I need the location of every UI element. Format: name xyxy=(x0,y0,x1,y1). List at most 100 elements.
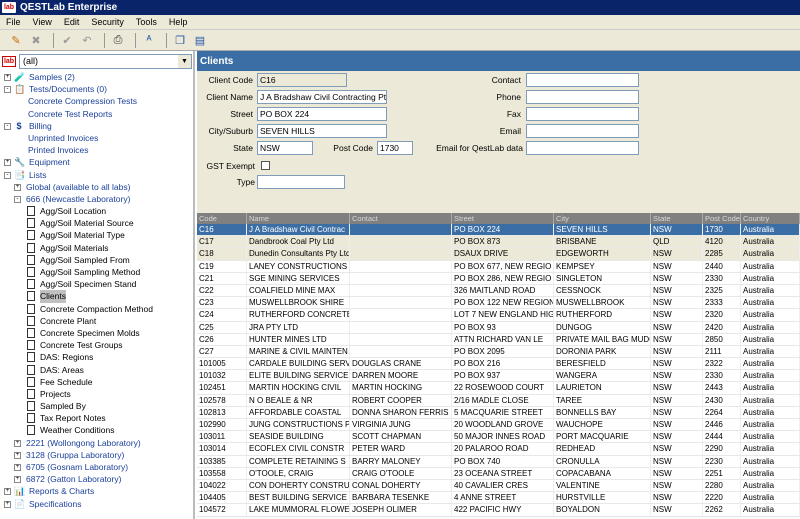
table-row[interactable]: C18 Dunedin Consultants Pty Ltd DSAUX DRIV… xyxy=(197,248,800,261)
tree-item[interactable]: Concrete Specimen Molds xyxy=(0,327,193,339)
client-name-field[interactable]: J A Bradshaw Civil Contracting Pty Ltd xyxy=(257,90,387,104)
contact-field[interactable] xyxy=(526,73,639,87)
tree-item[interactable]: Concrete Test Reports xyxy=(0,108,193,120)
tree-item[interactable]: Agg/Soil Specimen Stand xyxy=(0,278,193,290)
menu-help[interactable]: Help xyxy=(163,17,194,27)
client-code-field[interactable]: C16 xyxy=(257,73,347,87)
table-row[interactable]: C26 HUNTER MINES LTD ATTN RICHARD VAN LE PR… xyxy=(197,333,800,346)
menu-file[interactable]: File xyxy=(0,17,27,27)
column-header[interactable]: City xyxy=(554,213,651,224)
table-row[interactable]: 102578 N O BEALE & NR ROBERT COOPER 2/16 MA… xyxy=(197,394,800,407)
gst-exempt-checkbox[interactable] xyxy=(261,161,270,170)
type-field[interactable] xyxy=(257,175,345,189)
expand-icon[interactable]: + xyxy=(14,183,21,191)
table-row[interactable]: 103014 ECOFLEX CIVIL CONSTR PETER WARD 20 P… xyxy=(197,443,800,456)
table-row[interactable]: C21 SGE MINING SERVICES PO BOX 286, NEW RE… xyxy=(197,272,800,285)
chevron-down-icon[interactable]: ▼ xyxy=(178,54,191,68)
table-row[interactable]: C16 J A Bradshaw Civil Contrac PO BOX 224 S… xyxy=(197,224,800,237)
tree-item[interactable]: +6872 (Gatton Laboratory) xyxy=(0,473,193,485)
column-header[interactable]: Street xyxy=(452,213,554,224)
tree-item[interactable]: +3128 (Gruppa Laboratory) xyxy=(0,449,193,461)
tree-item[interactable]: + 📄 Specifications xyxy=(0,498,193,510)
expand-icon[interactable]: + xyxy=(4,159,11,167)
table-row[interactable]: C23 MUSWELLBROOK SHIRE PO BOX 122 NEW REGI… xyxy=(197,297,800,310)
table-row[interactable]: 102990 JUNG CONSTRUCTIONS PT VIRGINIA JUNG… xyxy=(197,419,800,432)
tree-item[interactable]: +2221 (Wollongong Laboratory) xyxy=(0,437,193,449)
undo-icon[interactable]: ↶ xyxy=(79,32,95,48)
collapse-icon[interactable]: - xyxy=(14,195,21,203)
tree-item[interactable]: Agg/Soil Sampling Method xyxy=(0,266,193,278)
tree-item[interactable]: Weather Conditions xyxy=(0,424,193,436)
table-row[interactable]: 103011 SEASIDE BUILDING SCOTT CHAPMAN 50 MA… xyxy=(197,431,800,444)
expand-icon[interactable]: + xyxy=(14,439,21,447)
print-icon[interactable]: ⎙ xyxy=(110,32,126,48)
table-row[interactable]: C27 MARINE & CIVIL MAINTEN PO BOX 2095 DORO… xyxy=(197,345,800,359)
collapse-icon[interactable]: - xyxy=(4,86,11,94)
tree-item[interactable]: Sampled By xyxy=(0,400,193,412)
tree-item[interactable]: Concrete Compression Tests xyxy=(0,95,193,107)
table-row[interactable]: 104572 LAKE MUMMORAL FLOWE JOSEPH OLIMER 42… xyxy=(197,504,800,517)
tree-item[interactable]: + Global (available to all labs) xyxy=(0,181,193,193)
menu-edit[interactable]: Edit xyxy=(58,17,86,27)
paste-icon[interactable]: ▤ xyxy=(192,32,208,48)
tree-item[interactable]: + 📊 Reports & Charts xyxy=(0,485,193,497)
table-row[interactable]: 104405 BEST BUILDING SERVICE BARBARA TESEN… xyxy=(197,492,800,505)
tree-item[interactable]: Agg/Soil Sampled From xyxy=(0,254,193,266)
tree-item[interactable]: Agg/Soil Materials xyxy=(0,242,193,254)
tree-item[interactable]: - 📑 Lists xyxy=(0,169,193,181)
table-row[interactable]: C25 JRA PTY LTD PO BOX 93 DUNGOG NSW 2420 Aust… xyxy=(197,321,800,334)
table-row[interactable]: 102451 MARTIN HOCKING CIVIL MARTIN HOCKING… xyxy=(197,382,800,395)
expand-icon[interactable]: + xyxy=(4,500,11,508)
tree-item[interactable]: -666 (Newcastle Laboratory) xyxy=(0,193,193,205)
menu-view[interactable]: View xyxy=(27,17,58,27)
tree-item[interactable]: DAS: Areas xyxy=(0,364,193,376)
table-row[interactable]: C24 RUTHERFORD CONCRETE LOT 7 NEW ENGLAND … xyxy=(197,309,800,322)
tree-item[interactable]: Concrete Compaction Method xyxy=(0,303,193,315)
lab-select-dropdown[interactable]: (all) ▼ xyxy=(19,53,192,69)
fax-field[interactable] xyxy=(526,107,639,121)
tree-item[interactable]: Concrete Test Groups xyxy=(0,339,193,351)
table-row[interactable]: 103558 O'TOOLE, CRAIG CRAIG O'TOOLE 23 OCEA… xyxy=(197,467,800,480)
tree-item[interactable]: Clients xyxy=(0,290,193,303)
postcode-field[interactable]: 1730 xyxy=(377,141,413,155)
tree-item[interactable]: Agg/Soil Material Type xyxy=(0,229,193,241)
email-qestlab-field[interactable] xyxy=(526,141,639,155)
table-row[interactable]: 102813 AFFORDABLE COASTAL DONNA SHARON FER… xyxy=(197,406,800,419)
table-row[interactable]: 101032 ELITE BUILDING SERVICE DARREN MOORE… xyxy=(197,370,800,383)
collapse-icon[interactable]: - xyxy=(4,122,11,130)
column-header[interactable]: Name xyxy=(247,213,350,224)
tree-item[interactable]: Agg/Soil Material Source xyxy=(0,217,193,229)
state-field[interactable]: NSW xyxy=(257,141,313,155)
email-field[interactable] xyxy=(526,124,639,138)
tree-item[interactable]: Agg/Soil Location xyxy=(0,205,193,217)
expand-icon[interactable]: + xyxy=(4,74,11,81)
table-row[interactable]: 104022 CON DOHERTY CONSTRU CONAL DOHERTY 40… xyxy=(197,479,800,493)
new-record-icon[interactable]: ✎ xyxy=(8,32,24,48)
tree-item[interactable]: DAS: Regions xyxy=(0,351,193,363)
delete-icon[interactable]: ✖ xyxy=(28,32,44,48)
column-header[interactable]: Post Code xyxy=(703,213,741,224)
spellcheck-icon[interactable]: ᴬ xyxy=(141,32,157,48)
column-header[interactable]: Code xyxy=(197,213,247,224)
column-header[interactable]: Contact xyxy=(350,213,452,224)
expand-icon[interactable]: + xyxy=(14,451,21,459)
column-header[interactable]: Country xyxy=(741,213,800,224)
tree-item[interactable]: - 📋 Tests/Documents (0) xyxy=(0,83,193,95)
tree-item[interactable]: Unprinted Invoices xyxy=(0,132,193,144)
tree-item[interactable]: Concrete Plant xyxy=(0,315,193,327)
suburb-field[interactable]: SEVEN HILLS xyxy=(257,124,387,138)
tree-item[interactable]: +6705 (Gosnam Laboratory) xyxy=(0,461,193,473)
expand-icon[interactable]: + xyxy=(4,488,11,496)
tree-item[interactable]: Tax Report Notes xyxy=(0,412,193,424)
check-icon[interactable]: ✔ xyxy=(59,32,75,48)
menu-security[interactable]: Security xyxy=(85,17,130,27)
table-row[interactable]: C22 COALFIELD MINE MAX 326 MAITLAND ROAD CE… xyxy=(197,284,800,298)
expand-icon[interactable]: + xyxy=(14,464,21,471)
tree-item[interactable]: Projects xyxy=(0,388,193,400)
tree-item[interactable]: Printed Invoices xyxy=(0,144,193,156)
column-header[interactable]: State xyxy=(651,213,703,224)
copy-icon[interactable]: ❐ xyxy=(172,32,188,48)
tree-item[interactable]: Fee Schedule xyxy=(0,376,193,388)
street-field[interactable]: PO BOX 224 xyxy=(257,107,387,121)
tree-item[interactable]: - $ Billing xyxy=(0,120,193,132)
